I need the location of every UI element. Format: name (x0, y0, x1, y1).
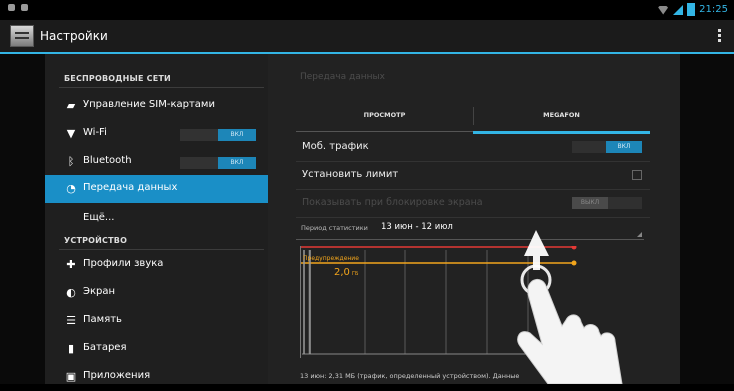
action-bar: Настройки (0, 20, 734, 54)
battery-icon (687, 3, 696, 16)
sidebar-item-label: Батарея (83, 342, 127, 353)
page-title: Настройки (40, 29, 108, 43)
tab-megafon[interactable]: MEGAFON (473, 101, 650, 134)
usb-icon (8, 4, 15, 11)
mobile-data-row[interactable]: Моб. трафик ВКЛ (296, 133, 650, 162)
sidebar-item-apps[interactable]: ▣ Приложения (45, 363, 268, 391)
sidebar-item-label: Память (83, 314, 122, 325)
sim-icon: ▰ (66, 99, 76, 112)
sidebar-item-sound[interactable]: ✚ Профили звука (45, 251, 268, 279)
swipe-arrow (524, 230, 549, 270)
left-margin (0, 54, 45, 384)
pointing-hand (517, 279, 623, 384)
period-label: Период статистики (301, 224, 368, 232)
sidebar-item-label: Ещё... (83, 212, 115, 223)
data-usage-icon: ◔ (66, 182, 76, 195)
lockscreen-row: Показывать при блокировке экрана ВЫКЛ (296, 189, 650, 218)
hand-gesture-icon (517, 230, 623, 384)
sidebar-item-data-usage[interactable]: ◔ Передача данных (45, 175, 268, 203)
section-header-device: УСТРОЙСТВО (64, 236, 128, 245)
warning-label: Предупреждение (303, 255, 359, 262)
divider (59, 87, 264, 88)
status-bar: 21:25 (0, 0, 734, 20)
sidebar-item-more[interactable]: Ещё... (45, 205, 268, 233)
sidebar-item-bluetooth[interactable]: ᛒ Bluetooth ВКЛ (45, 148, 268, 176)
sidebar-item-battery[interactable]: ▮ Батарея (45, 335, 268, 363)
signal-icon (673, 4, 684, 15)
toggle-on-label: ВКЛ (606, 141, 642, 153)
overflow-menu-icon[interactable] (718, 29, 722, 45)
dropdown-arrow-icon (637, 232, 642, 237)
sidebar-item-label: Профили звука (83, 258, 164, 269)
sidebar-item-label: Приложения (83, 370, 151, 381)
sidebar-item-label: Экран (83, 286, 116, 297)
bluetooth-toggle[interactable]: ВКЛ (180, 157, 256, 169)
apps-icon: ▣ (65, 370, 77, 383)
sidebar-item-storage[interactable]: ☰ Память (45, 307, 268, 335)
notification-icon (21, 4, 28, 11)
settings-sidebar: БЕСПРОВОДНЫЕ СЕТИ ▰ Управление SIM-карта… (45, 54, 268, 384)
wifi-toggle[interactable]: ВКЛ (180, 129, 256, 141)
toggle-on-label: ВКЛ (218, 129, 256, 141)
tab-overview[interactable]: ПРОСМОТР (296, 101, 473, 132)
row-label: Показывать при блокировке экрана (302, 197, 483, 208)
warning-unit: ГБ (352, 271, 359, 277)
right-margin (680, 54, 734, 384)
sidebar-item-wifi[interactable]: ▼ Wi-Fi ВКЛ (45, 120, 268, 148)
sound-icon: ✚ (66, 258, 76, 271)
tab-bar: ПРОСМОТР MEGAFON (296, 101, 650, 134)
sidebar-item-label: Передача данных (83, 182, 178, 193)
toggle-off-label: ВЫКЛ (572, 197, 608, 209)
sidebar-item-sim[interactable]: ▰ Управление SIM-картами (45, 92, 268, 120)
lockscreen-toggle: ВЫКЛ (572, 197, 642, 209)
sidebar-item-label: Bluetooth (83, 155, 132, 166)
set-limit-row[interactable]: Установить лимит (296, 161, 650, 190)
sidebar-item-label: Управление SIM-картами (83, 99, 215, 110)
set-limit-checkbox[interactable] (632, 170, 642, 180)
divider (59, 249, 264, 250)
row-label: Установить лимит (302, 169, 399, 180)
bluetooth-icon: ᛒ (67, 155, 75, 168)
settings-app-icon[interactable] (10, 25, 34, 47)
battery-icon: ▮ (67, 342, 75, 355)
toggle-on-label: ВКЛ (218, 157, 256, 169)
clock: 21:25 (699, 4, 728, 15)
storage-icon: ☰ (66, 314, 76, 327)
section-header-wireless: БЕСПРОВОДНЫЕ СЕТИ (64, 74, 171, 83)
wifi-icon (657, 6, 670, 15)
row-label: Моб. трафик (302, 141, 369, 152)
display-icon: ◐ (66, 286, 76, 299)
sidebar-item-display[interactable]: ◐ Экран (45, 279, 268, 307)
period-value: 13 июн - 12 июл (381, 222, 453, 232)
mobile-data-toggle[interactable]: ВКЛ (572, 141, 642, 153)
sidebar-item-label: Wi-Fi (83, 127, 107, 138)
warning-value: 2,0 (334, 267, 350, 278)
wifi-icon: ▼ (66, 127, 76, 140)
panel-title: Передача данных (300, 72, 385, 82)
